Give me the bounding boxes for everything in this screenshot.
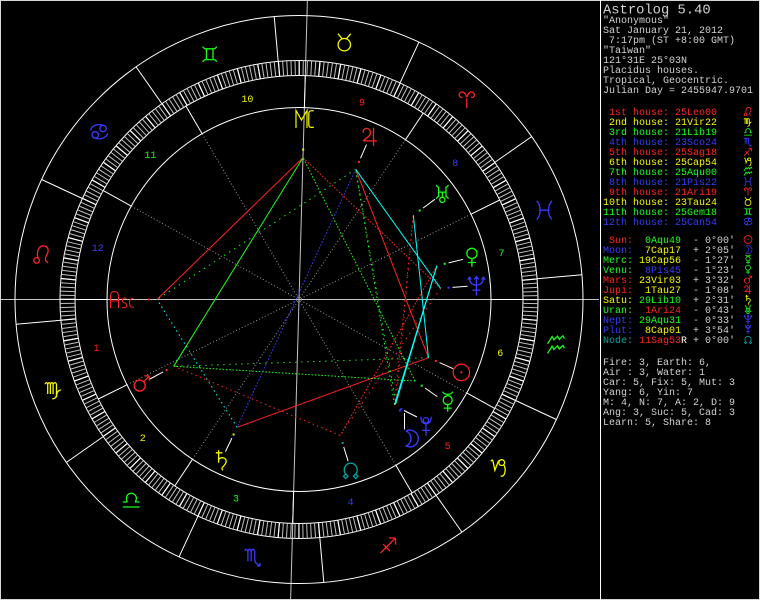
svg-text:12: 12 [92, 244, 104, 255]
svg-text:1: 1 [93, 344, 99, 355]
svg-text:9: 9 [359, 98, 365, 109]
svg-text:5: 5 [445, 442, 451, 453]
svg-text:11: 11 [144, 151, 156, 162]
svg-text:7: 7 [498, 249, 504, 260]
svg-text:Learn: 5, Share: 8: Learn: 5, Share: 8 [603, 417, 711, 429]
svg-text:3: 3 [233, 495, 239, 506]
svg-text:8: 8 [452, 159, 458, 170]
svg-text:2: 2 [140, 434, 146, 445]
svg-text:Julian Day = 2455947.9701: Julian Day = 2455947.9701 [603, 85, 753, 97]
svg-text:R: R [681, 336, 687, 347]
svg-text:+ 0°00': + 0°00' [693, 335, 735, 347]
svg-text:12th house: 25Can54: 12th house: 25Can54 [603, 217, 717, 229]
svg-text:10: 10 [241, 95, 253, 106]
svg-text:11Sag53: 11Sag53 [639, 336, 681, 347]
svg-text:Node:: Node: [603, 335, 633, 347]
svg-text:6: 6 [497, 349, 503, 360]
svg-text:4: 4 [348, 498, 354, 509]
